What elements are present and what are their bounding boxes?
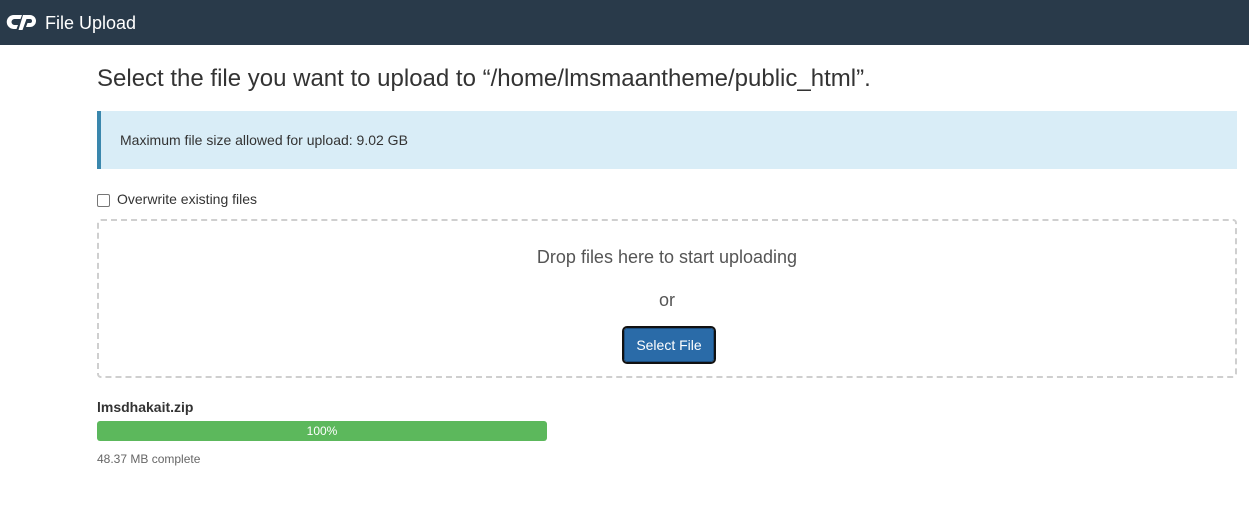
drop-prompt: Drop files here to start uploading <box>536 247 798 267</box>
upload-status: 48.37 MB complete <box>97 452 201 466</box>
upload-progress-bar: 100% <box>97 421 547 441</box>
overwrite-option[interactable]: Overwrite existing files <box>97 189 257 209</box>
overwrite-checkbox[interactable] <box>97 193 110 207</box>
page-title: Select the file you want to upload to “/… <box>97 65 871 92</box>
max-file-size-text: Maximum file size allowed for upload: 9.… <box>120 132 408 148</box>
drop-zone[interactable]: Drop files here to start uploading or Se… <box>97 219 1237 378</box>
uploaded-file-name: lmsdhakait.zip <box>97 399 194 415</box>
progress-label: 100% <box>306 424 338 438</box>
overwrite-label[interactable]: Overwrite existing files <box>117 190 257 208</box>
app-title: File Upload <box>45 13 137 33</box>
or-separator: or <box>658 290 675 310</box>
top-bar: File Upload <box>0 0 1249 45</box>
info-alert: Maximum file size allowed for upload: 9.… <box>97 111 1237 169</box>
select-file-button[interactable]: Select File <box>622 326 716 364</box>
progress-fill: 100% <box>97 421 547 441</box>
cpanel-logo-icon[interactable] <box>4 11 36 33</box>
